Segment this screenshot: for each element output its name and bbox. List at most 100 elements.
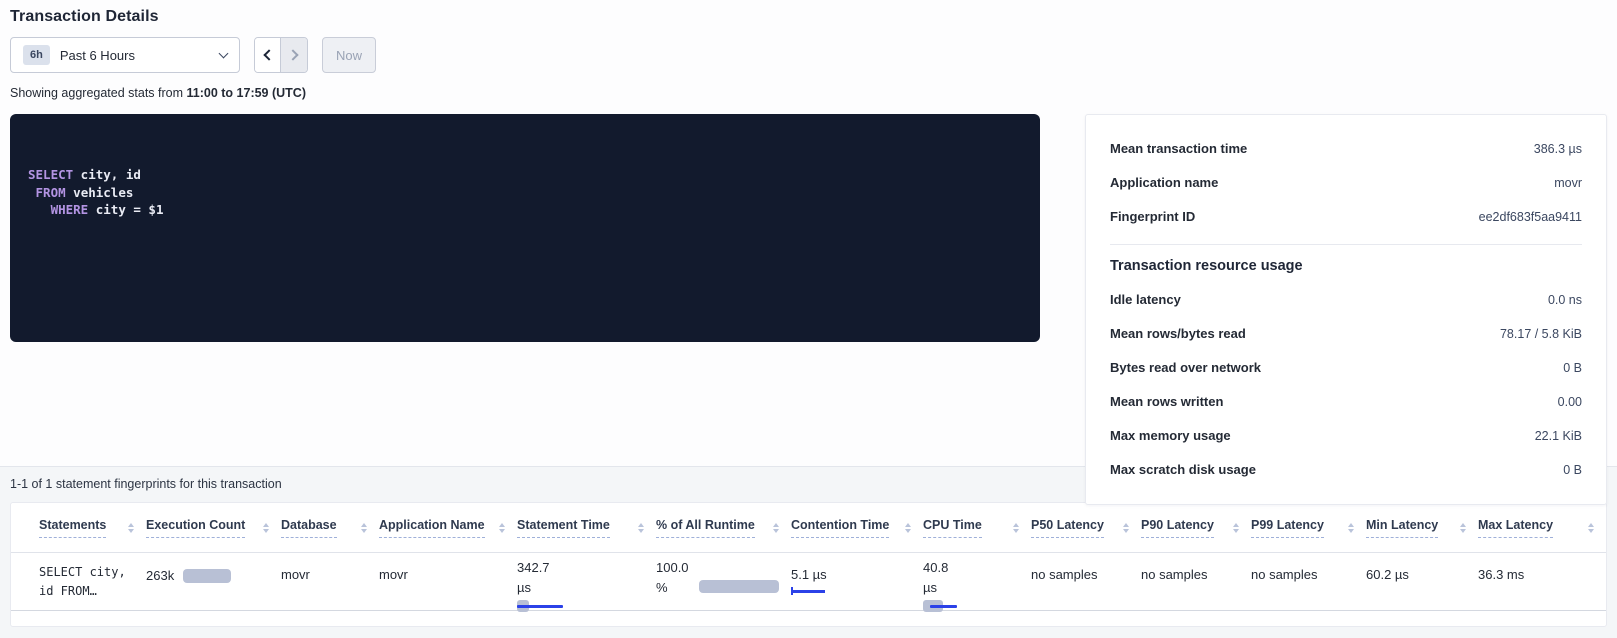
time-range-arrows — [254, 37, 308, 73]
time-next-button[interactable] — [281, 38, 307, 72]
sort-icon[interactable] — [1460, 523, 1466, 533]
summary-row: Mean transaction time 386.3 µs — [1110, 131, 1582, 165]
runtime-value: 100.0 — [656, 558, 689, 578]
column-label: Contention Time — [791, 518, 889, 538]
resource-value: 78.17 / 5.8 KiB — [1500, 327, 1582, 341]
column-label: Min Latency — [1366, 518, 1438, 538]
column-header-min-latency[interactable]: Min Latency — [1366, 518, 1478, 538]
column-header-execution-count[interactable]: Execution Count — [146, 518, 281, 538]
summary-label: Mean transaction time — [1110, 141, 1247, 156]
sort-icon[interactable] — [263, 523, 269, 533]
sort-icon[interactable] — [128, 523, 134, 533]
resource-label: Max scratch disk usage — [1110, 462, 1256, 477]
column-header-p99-latency[interactable]: P99 Latency — [1251, 518, 1366, 538]
transaction-details-section: Transaction Details 6h Past 6 Hours Now … — [0, 0, 1617, 467]
statement-time-unit: µs — [517, 578, 644, 598]
sort-icon[interactable] — [638, 523, 644, 533]
summary-value: 386.3 µs — [1534, 142, 1582, 156]
summary-value: movr — [1554, 176, 1582, 190]
stddev-line — [517, 605, 563, 608]
chevron-right-icon — [287, 49, 298, 60]
statement-line2: id FROM… — [39, 582, 134, 601]
sort-icon[interactable] — [1348, 523, 1354, 533]
sort-icon[interactable] — [1013, 523, 1019, 533]
column-label: CPU Time — [923, 518, 982, 538]
p90-latency-cell: no samples — [1141, 553, 1251, 613]
statement-time-cell: 342.7 µs — [517, 553, 656, 613]
column-label: Statement Time — [517, 518, 610, 538]
resource-label: Mean rows/bytes read — [1110, 326, 1246, 341]
column-label: Database — [281, 518, 337, 538]
resource-row: Max scratch disk usage 0 B — [1110, 452, 1582, 486]
sort-icon[interactable] — [773, 523, 779, 533]
sort-icon[interactable] — [499, 523, 505, 533]
resource-value: 0.0 ns — [1548, 293, 1582, 307]
now-button[interactable]: Now — [322, 37, 376, 73]
column-header-statements[interactable]: Statements — [39, 518, 146, 538]
sort-icon[interactable] — [1123, 523, 1129, 533]
column-header-application-name[interactable]: Application Name — [379, 518, 517, 538]
max-latency-cell: 36.3 ms — [1478, 553, 1606, 613]
column-label: Execution Count — [146, 518, 245, 538]
column-header-contention-time[interactable]: Contention Time — [791, 518, 923, 538]
contention-time-value: 5.1 µs — [791, 565, 911, 585]
aggregated-stats-line: Showing aggregated stats from 11:00 to 1… — [10, 86, 1607, 100]
sort-icon[interactable] — [361, 523, 367, 533]
resource-row: Mean rows/bytes read 78.17 / 5.8 KiB — [1110, 316, 1582, 350]
panel-divider — [1110, 244, 1582, 245]
pct-runtime-cell: 100.0 % — [656, 553, 791, 613]
stats-prefix: Showing aggregated stats from — [10, 86, 183, 100]
column-header-p90-latency[interactable]: P90 Latency — [1141, 518, 1251, 538]
sort-icon[interactable] — [1233, 523, 1239, 533]
sort-icon[interactable] — [905, 523, 911, 533]
time-prev-button[interactable] — [255, 38, 281, 72]
resource-row: Idle latency 0.0 ns — [1110, 282, 1582, 316]
resource-usage-title: Transaction resource usage — [1110, 258, 1582, 274]
runtime-unit: % — [656, 578, 689, 598]
time-preset-label: Past 6 Hours — [60, 48, 220, 63]
resource-value: 0.00 — [1558, 395, 1582, 409]
sort-icon[interactable] — [1588, 523, 1594, 533]
column-header-statement-time[interactable]: Statement Time — [517, 518, 656, 538]
p50-latency-cell: no samples — [1031, 553, 1141, 613]
page-title: Transaction Details — [10, 8, 1607, 26]
column-label: Application Name — [379, 518, 485, 538]
column-header-pct-runtime[interactable]: % of All Runtime — [656, 518, 791, 538]
chevron-down-icon — [219, 49, 229, 59]
statement-link[interactable]: SELECT city, id FROM… — [39, 553, 146, 613]
statements-table-card: Statements Execution Count Database Appl… — [10, 502, 1607, 627]
column-header-max-latency[interactable]: Max Latency — [1478, 518, 1606, 538]
summary-label: Fingerprint ID — [1110, 209, 1195, 224]
stats-range: 11:00 to 17:59 (UTC) — [187, 86, 306, 100]
statement-time-value: 342.7 — [517, 558, 644, 578]
cpu-time-value: 40.8 — [923, 558, 1019, 578]
resource-row: Mean rows written 0.00 — [1110, 384, 1582, 418]
database-cell: movr — [281, 553, 379, 613]
statement-line1: SELECT city, — [39, 563, 134, 582]
column-label: P99 Latency — [1251, 518, 1324, 538]
application-name-cell: movr — [379, 553, 517, 613]
time-range-dropdown[interactable]: 6h Past 6 Hours — [10, 37, 240, 73]
column-label: P90 Latency — [1141, 518, 1214, 538]
cpu-time-unit: µs — [923, 578, 1019, 598]
resource-row: Bytes read over network 0 B — [1110, 350, 1582, 384]
summary-row: Application name movr — [1110, 165, 1582, 199]
resource-label: Idle latency — [1110, 292, 1181, 307]
column-header-database[interactable]: Database — [281, 518, 379, 538]
resource-label: Mean rows written — [1110, 394, 1223, 409]
summary-label: Application name — [1110, 175, 1218, 190]
resource-label: Bytes read over network — [1110, 360, 1261, 375]
p99-latency-cell: no samples — [1251, 553, 1366, 613]
execution-count-bar — [183, 569, 231, 583]
stddev-line — [930, 605, 957, 608]
column-header-cpu-time[interactable]: CPU Time — [923, 518, 1031, 538]
column-header-p50-latency[interactable]: P50 Latency — [1031, 518, 1141, 538]
min-latency-cell: 60.2 µs — [1366, 553, 1478, 613]
cpu-time-cell: 40.8 µs — [923, 553, 1031, 613]
time-preset-badge: 6h — [23, 45, 50, 65]
resource-value: 22.1 KiB — [1535, 429, 1582, 443]
column-label: Statements — [39, 518, 106, 538]
main-row: SELECT city, id FROM vehicles WHERE city… — [10, 114, 1607, 505]
column-label: Max Latency — [1478, 518, 1553, 538]
statement-time-bar — [517, 600, 644, 613]
